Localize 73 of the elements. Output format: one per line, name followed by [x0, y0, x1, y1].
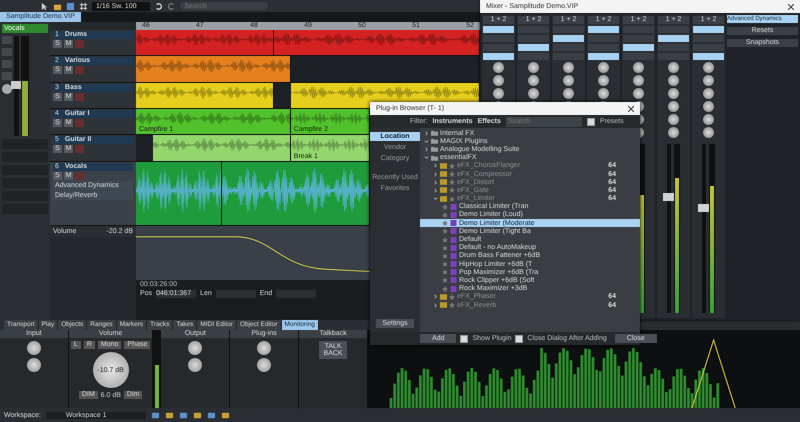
- redo-icon[interactable]: [167, 2, 176, 10]
- audio-clip[interactable]: [136, 83, 274, 108]
- star-icon[interactable]: [442, 261, 448, 268]
- undo-icon[interactable]: [154, 2, 164, 10]
- knob[interactable]: [493, 88, 504, 99]
- checkbox[interactable]: [460, 334, 468, 342]
- knob[interactable]: [598, 88, 609, 99]
- knob[interactable]: [26, 341, 41, 355]
- knob[interactable]: [188, 358, 202, 372]
- volume-fader[interactable]: [14, 36, 19, 136]
- star-icon[interactable]: [449, 179, 455, 186]
- save-icon[interactable]: [66, 2, 75, 10]
- knob[interactable]: [26, 358, 41, 372]
- knob[interactable]: [257, 358, 272, 372]
- knob[interactable]: [668, 127, 679, 138]
- checkbox[interactable]: [586, 118, 595, 126]
- close-icon[interactable]: [788, 4, 794, 10]
- close-icon[interactable]: [628, 106, 634, 112]
- audio-clip[interactable]: [136, 56, 291, 82]
- star-icon[interactable]: [442, 269, 448, 276]
- fader-handle[interactable]: [663, 193, 675, 202]
- star-icon[interactable]: [442, 277, 448, 284]
- knob[interactable]: [563, 62, 574, 73]
- star-icon[interactable]: [449, 162, 455, 169]
- star-icon[interactable]: [449, 171, 455, 178]
- knob[interactable]: [528, 62, 539, 73]
- knob[interactable]: [703, 114, 714, 125]
- cursor-icon[interactable]: [40, 2, 49, 10]
- knob[interactable]: [598, 62, 609, 73]
- knob[interactable]: [188, 341, 202, 355]
- star-icon[interactable]: [449, 196, 455, 202]
- star-icon[interactable]: [442, 212, 448, 218]
- knob[interactable]: [668, 114, 679, 125]
- knob[interactable]: [493, 75, 504, 86]
- star-icon[interactable]: [442, 252, 448, 259]
- folder-icon[interactable]: [53, 2, 62, 10]
- star-icon[interactable]: [449, 302, 455, 308]
- knob[interactable]: [633, 62, 644, 73]
- star-icon[interactable]: [442, 244, 448, 251]
- knob[interactable]: [257, 341, 272, 355]
- audio-clip[interactable]: [153, 135, 291, 161]
- knob[interactable]: [668, 62, 679, 73]
- checkbox[interactable]: [515, 334, 524, 342]
- star-icon[interactable]: [442, 228, 448, 234]
- knob[interactable]: [703, 75, 714, 86]
- fader-handle[interactable]: [698, 204, 710, 212]
- knob[interactable]: [668, 75, 679, 86]
- audio-clip[interactable]: [274, 30, 480, 55]
- knob[interactable]: [633, 75, 644, 86]
- audio-clip[interactable]: [136, 30, 274, 55]
- knob[interactable]: [668, 88, 679, 99]
- knob[interactable]: [633, 88, 644, 99]
- knob[interactable]: [703, 101, 714, 112]
- knob[interactable]: [598, 75, 609, 86]
- knob[interactable]: [528, 88, 539, 99]
- star-icon[interactable]: [442, 286, 448, 292]
- audio-clip[interactable]: [136, 162, 222, 225]
- pan-knob[interactable]: [2, 84, 12, 94]
- knob[interactable]: [703, 127, 714, 138]
- knob[interactable]: [493, 62, 504, 73]
- star-icon[interactable]: [442, 236, 448, 243]
- star-icon[interactable]: [442, 204, 448, 210]
- knob[interactable]: [528, 75, 539, 86]
- knob[interactable]: [703, 62, 714, 73]
- knob[interactable]: [563, 88, 574, 99]
- knob[interactable]: [668, 101, 679, 112]
- knob[interactable]: [563, 75, 574, 86]
- knob[interactable]: [703, 88, 714, 99]
- star-icon[interactable]: [449, 294, 455, 300]
- star-icon[interactable]: [442, 220, 448, 226]
- star-icon[interactable]: [449, 187, 455, 194]
- audio-clip[interactable]: [222, 162, 370, 225]
- grid-icon[interactable]: [79, 2, 88, 10]
